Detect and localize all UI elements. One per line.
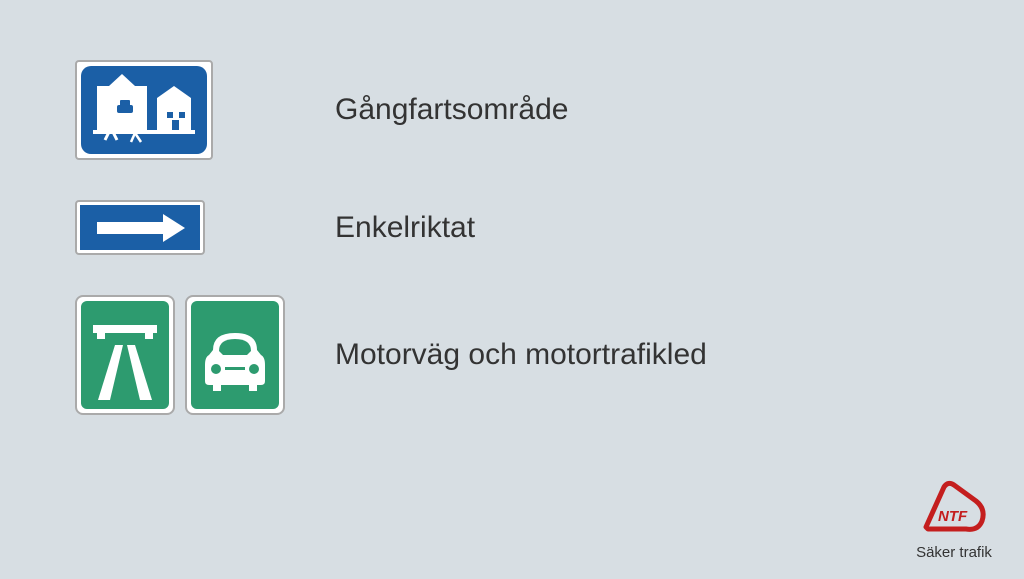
- oneway-sign-inner: [80, 205, 200, 250]
- motorway-icon: [85, 305, 165, 405]
- walking-zone-icon: [89, 70, 199, 150]
- expressway-sign: [185, 295, 285, 415]
- sign-label: Motorväg och motortrafikled: [335, 338, 707, 372]
- arrow-right-icon: [85, 208, 195, 248]
- sign-area: [75, 200, 295, 255]
- sign-area: [75, 60, 295, 160]
- ntf-logo-icon: NTF: [914, 479, 994, 535]
- sign-label: Enkelriktat: [335, 211, 475, 245]
- car-front-icon: [195, 305, 275, 405]
- motorway-sign: [75, 295, 175, 415]
- motorway-sign-inner: [81, 301, 169, 409]
- sign-row-walking: Gångfartsområde: [75, 60, 1024, 160]
- walking-zone-sign-inner: [81, 66, 207, 154]
- sign-area: [75, 295, 295, 415]
- expressway-sign-inner: [191, 301, 279, 409]
- ntf-logo-text: NTF: [938, 508, 968, 525]
- sign-label: Gångfartsområde: [335, 93, 568, 127]
- oneway-sign: [75, 200, 205, 255]
- sign-row-oneway: Enkelriktat: [75, 200, 1024, 255]
- sign-row-motorway: Motorväg och motortrafikled: [75, 295, 1024, 415]
- logo-tagline: Säker trafik: [914, 544, 994, 561]
- walking-zone-sign: [75, 60, 213, 160]
- slide-content: Gångfartsområde Enkelriktat: [0, 0, 1024, 415]
- ntf-logo: NTF Säker trafik: [914, 479, 994, 561]
